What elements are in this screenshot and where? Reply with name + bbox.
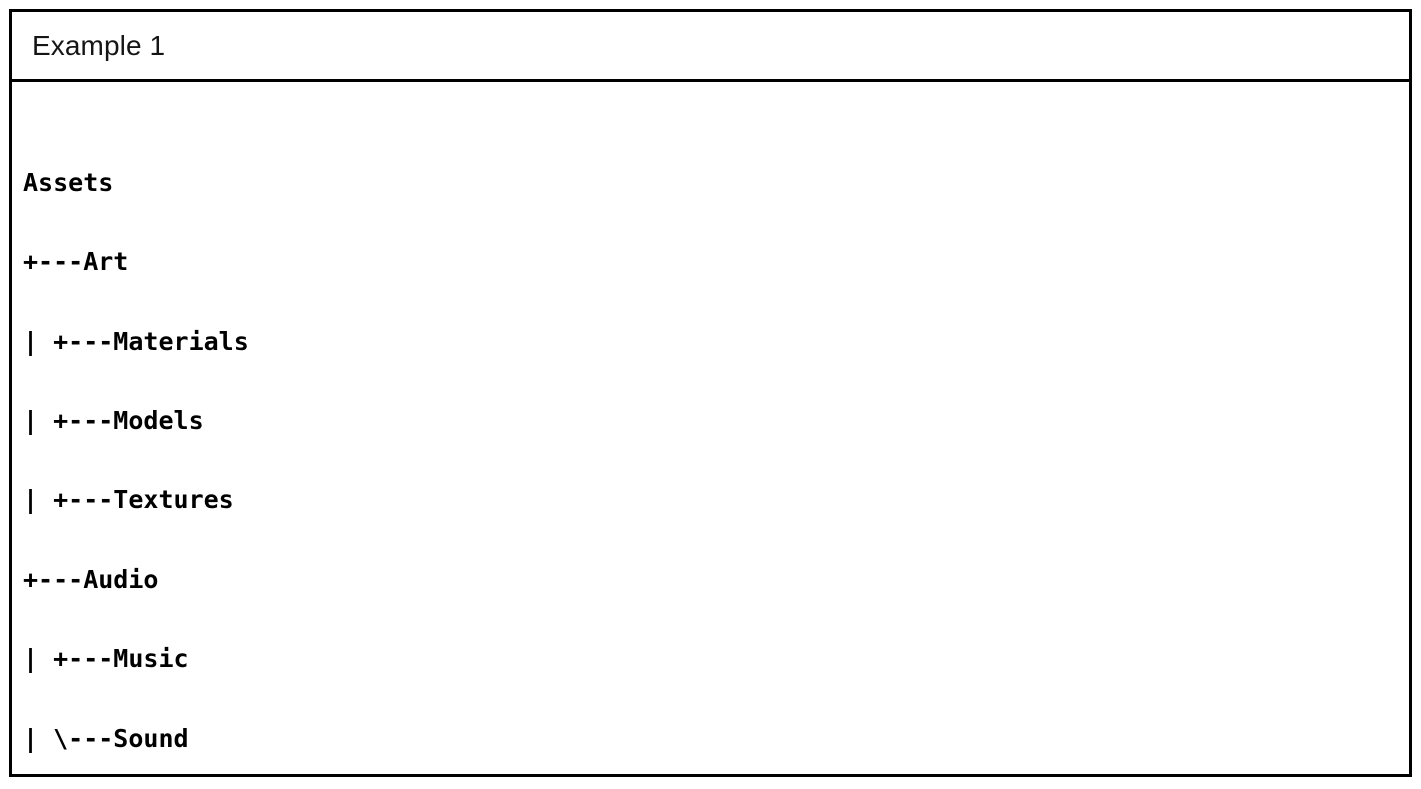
- code-line: Assets: [23, 167, 114, 197]
- code-block: Assets +---Art | +---Materials | +---Mod…: [23, 123, 1409, 774]
- card-body: Assets +---Art | +---Materials | +---Mod…: [12, 82, 1409, 774]
- code-line: +---Art: [23, 247, 129, 277]
- code-line: | \---Sound: [23, 723, 189, 753]
- code-line: | +---Models: [23, 405, 204, 435]
- card-header: Example 1: [12, 12, 1409, 82]
- code-content: Assets +---Art | +---Materials | +---Mod…: [23, 164, 1409, 774]
- code-line: | +---Music: [23, 644, 189, 674]
- page-title: Example 1: [32, 29, 166, 61]
- code-line: +---Audio: [23, 564, 159, 594]
- code-line: | +---Materials: [23, 326, 249, 356]
- example-card: Example 1 Assets +---Art | +---Materials…: [9, 9, 1412, 777]
- code-line: | +---Textures: [23, 485, 234, 515]
